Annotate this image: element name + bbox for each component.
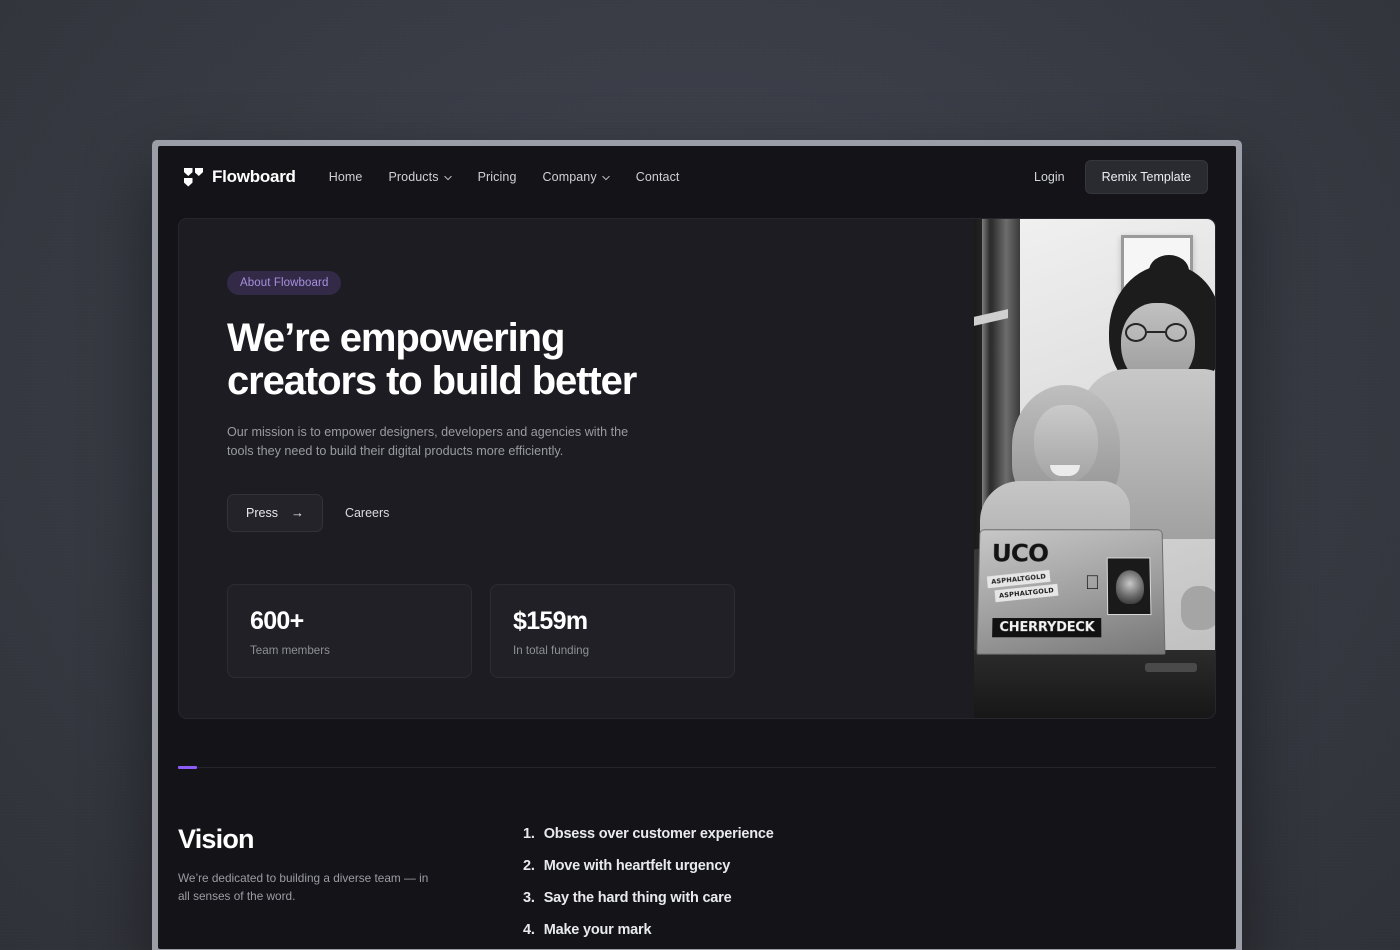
flowboard-logo-mark-icon <box>184 167 203 187</box>
hero-photo-scene: UCO  ASPHALTGOLD ASPHALTGOLD CHERRYDECK <box>974 219 1215 718</box>
nav-item-company[interactable]: Company <box>543 170 610 184</box>
hero-title-line-2: creators to build better <box>227 358 637 403</box>
list-item: 4. Make your mark <box>523 922 774 938</box>
brand-logo[interactable]: Flowboard <box>184 167 296 187</box>
hero-card: About Flowboard We’re empowering creator… <box>178 218 1216 719</box>
apple-logo-icon:  <box>1085 572 1100 594</box>
nav-item-contact[interactable]: Contact <box>636 170 680 184</box>
sticker-gorilla <box>1106 557 1152 615</box>
list-item: 2. Move with heartfelt urgency <box>523 858 774 874</box>
careers-link[interactable]: Careers <box>345 506 389 520</box>
section-divider-top <box>178 765 1216 769</box>
browser-frame: Flowboard Home Products Pricing Company <box>152 140 1242 950</box>
hero-title-line-1: We’re empowering <box>227 316 565 360</box>
photo-hand <box>1181 585 1215 630</box>
chevron-down-icon <box>443 174 452 182</box>
list-item-number: 2. <box>523 857 535 874</box>
nav-item-pricing-label: Pricing <box>477 170 517 184</box>
nav-item-products-label: Products <box>388 170 439 184</box>
nav-item-contact-label: Contact <box>635 170 680 184</box>
vision-description: We’re dedicated to building a diverse te… <box>178 870 429 903</box>
list-item-label: Make your mark <box>543 921 652 938</box>
press-button-label: Press <box>246 505 278 520</box>
list-item-label: Obsess over customer experience <box>543 825 774 842</box>
nav-item-home[interactable]: Home <box>329 170 363 184</box>
stat-value: 600+ <box>250 606 304 635</box>
nav-item-company-label: Company <box>542 170 597 184</box>
nav-actions: Login Remix Template <box>1034 160 1208 194</box>
photo-laptop: UCO  ASPHALTGOLD ASPHALTGOLD CHERRYDECK <box>976 528 1166 655</box>
page-title: We’re empowering creators to build bette… <box>227 317 657 403</box>
hero-subtitle: Our mission is to empower designers, dev… <box>227 424 629 459</box>
vision-section: Vision We’re dedicated to building a div… <box>178 765 1216 949</box>
glasses-icon <box>1125 323 1187 343</box>
list-item-label: Say the hard thing with care <box>543 889 732 906</box>
brand-name: Flowboard <box>212 167 296 186</box>
vision-grid: Vision We’re dedicated to building a div… <box>178 768 1216 949</box>
chevron-down-icon <box>601 174 610 182</box>
sticker-cherrydeck: CHERRYDECK <box>992 617 1102 637</box>
nav-item-pricing[interactable]: Pricing <box>478 170 517 184</box>
hero-photo: UCO  ASPHALTGOLD ASPHALTGOLD CHERRYDECK <box>974 219 1215 718</box>
login-link[interactable]: Login <box>1034 170 1065 184</box>
photo-desk <box>974 649 1215 718</box>
list-item-number: 4. <box>523 921 535 938</box>
list-item: 3. Say the hard thing with care <box>523 890 774 906</box>
stat-label: In total funding <box>513 643 590 657</box>
stat-card-total-funding: $159m In total funding <box>490 583 735 678</box>
nav-links: Home Products Pricing Company Contact <box>329 170 680 184</box>
vision-title: Vision <box>178 823 255 854</box>
list-item-number: 3. <box>523 889 535 906</box>
list-item: 1. Obsess over customer experience <box>523 826 774 842</box>
stat-card-team-members: 600+ Team members <box>227 583 472 678</box>
photo-person-right-bun <box>1149 255 1189 287</box>
photo-phone <box>1145 662 1197 672</box>
vision-intro: Vision We’re dedicated to building a div… <box>178 824 433 949</box>
vision-list: 1. Obsess over customer experience 2. Mo… <box>523 824 774 949</box>
page-viewport: Flowboard Home Products Pricing Company <box>158 146 1236 949</box>
hero-content: About Flowboard We’re empowering creator… <box>179 219 974 718</box>
hero-actions: Press → Careers <box>227 493 928 532</box>
nav-item-home-label: Home <box>328 170 363 184</box>
main-navbar: Flowboard Home Products Pricing Company <box>158 146 1236 208</box>
arrow-right-icon: → <box>290 505 304 521</box>
list-item-label: Move with heartfelt urgency <box>543 857 731 874</box>
remix-template-button[interactable]: Remix Template <box>1084 160 1208 194</box>
nav-item-products[interactable]: Products <box>388 170 452 184</box>
about-badge: About Flowboard <box>227 271 342 295</box>
sticker-uco: UCO <box>991 538 1049 567</box>
stat-value: $159m <box>513 606 588 635</box>
stats-row: 600+ Team members $159m In total funding <box>227 583 735 678</box>
stat-label: Team members <box>250 643 330 657</box>
list-item-number: 1. <box>523 825 535 842</box>
press-button[interactable]: Press → <box>227 493 323 532</box>
